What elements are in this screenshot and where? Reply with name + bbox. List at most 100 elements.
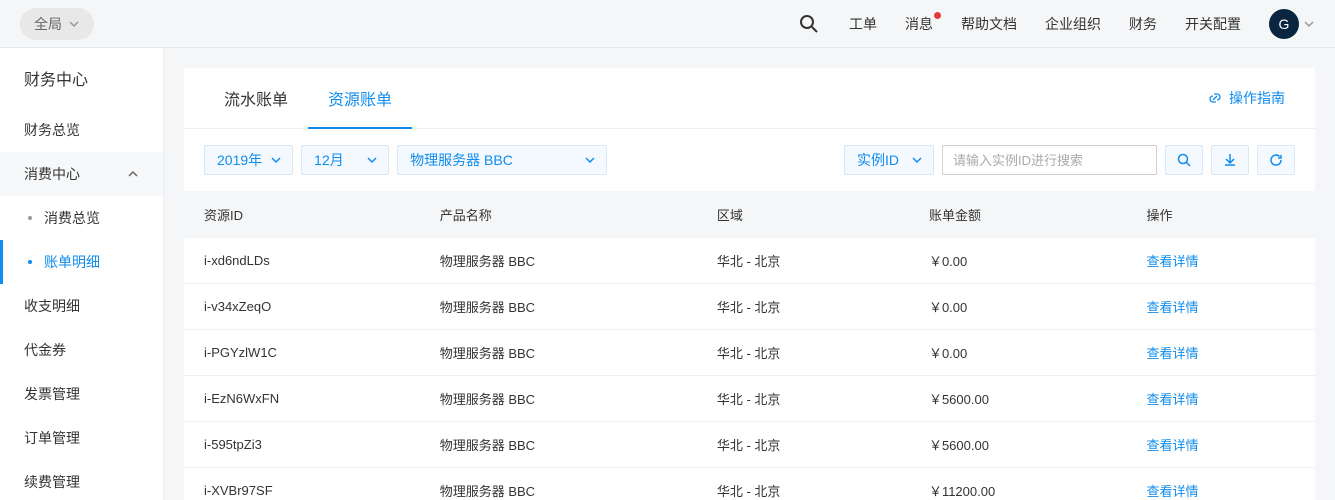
- product-select-value: 物理服务器 BBC: [410, 150, 513, 170]
- sidebar-item-invoice[interactable]: 发票管理: [0, 372, 163, 416]
- header-region: 区域: [697, 191, 909, 238]
- sidebar-item-label: 续费管理: [24, 472, 80, 492]
- guide-link[interactable]: 操作指南: [1207, 88, 1295, 108]
- search-input[interactable]: [942, 145, 1157, 175]
- sidebar-item-label: 收支明细: [24, 296, 80, 316]
- download-icon: [1223, 153, 1237, 167]
- chevron-down-icon: [270, 154, 282, 166]
- chevron-down-icon: [366, 154, 378, 166]
- product-select[interactable]: 物理服务器 BBC: [397, 145, 607, 175]
- header-product-name: 产品名称: [420, 191, 697, 238]
- table-row: i-595tpZi3物理服务器 BBC华北 - 北京￥5600.00查看详情: [184, 422, 1315, 468]
- instance-filter-select[interactable]: 实例ID: [844, 145, 934, 175]
- cell-action: 查看详情: [1127, 284, 1315, 330]
- resource-bill-table: 资源ID 产品名称 区域 账单金额 操作 i-xd6ndLDs物理服务器 BBC…: [184, 191, 1315, 500]
- cell-amount: ￥0.00: [909, 330, 1127, 376]
- sidebar-item-label: 财务总览: [24, 120, 80, 140]
- cell-resource-id: i-PGYzlW1C: [184, 330, 420, 376]
- cell-action: 查看详情: [1127, 330, 1315, 376]
- sidebar-item-label: 账单明细: [44, 254, 100, 270]
- sidebar-item-voucher[interactable]: 代金券: [0, 328, 163, 372]
- user-menu[interactable]: G: [1269, 9, 1315, 39]
- cell-product: 物理服务器 BBC: [420, 376, 697, 422]
- sidebar-item-order[interactable]: 订单管理: [0, 416, 163, 460]
- chevron-down-icon: [911, 154, 923, 166]
- month-select-value: 12月: [314, 150, 344, 170]
- table-row: i-PGYzlW1C物理服务器 BBC华北 - 北京￥0.00查看详情: [184, 330, 1315, 376]
- cell-resource-id: i-xd6ndLDs: [184, 238, 420, 284]
- search-submit-button[interactable]: [1165, 145, 1203, 175]
- avatar: G: [1269, 9, 1299, 39]
- chevron-down-icon: [68, 18, 80, 30]
- table-row: i-v34xZeqO物理服务器 BBC华北 - 北京￥0.00查看详情: [184, 284, 1315, 330]
- table-header-row: 资源ID 产品名称 区域 账单金额 操作: [184, 191, 1315, 238]
- year-select[interactable]: 2019年: [204, 145, 293, 175]
- chevron-down-icon: [1303, 18, 1315, 30]
- view-detail-link[interactable]: 查看详情: [1147, 300, 1199, 315]
- search-button[interactable]: [797, 12, 821, 36]
- view-detail-link[interactable]: 查看详情: [1147, 254, 1199, 269]
- sidebar-sub-bill-detail[interactable]: 账单明细: [0, 240, 163, 284]
- nav-org[interactable]: 企业组织: [1045, 14, 1101, 34]
- cell-action: 查看详情: [1127, 468, 1315, 500]
- chevron-up-icon: [127, 168, 139, 180]
- month-select[interactable]: 12月: [301, 145, 389, 175]
- year-select-value: 2019年: [217, 150, 262, 170]
- sidebar-item-label: 消费总览: [44, 210, 100, 226]
- view-detail-link[interactable]: 查看详情: [1147, 438, 1199, 453]
- instance-filter-value: 实例ID: [857, 150, 899, 170]
- tab-flow-bill[interactable]: 流水账单: [204, 68, 308, 128]
- sidebar-item-income-expense[interactable]: 收支明细: [0, 284, 163, 328]
- cell-action: 查看详情: [1127, 238, 1315, 284]
- download-button[interactable]: [1211, 145, 1249, 175]
- cell-product: 物理服务器 BBC: [420, 284, 697, 330]
- view-detail-link[interactable]: 查看详情: [1147, 484, 1199, 499]
- sidebar-item-overview[interactable]: 财务总览: [0, 108, 163, 152]
- cell-action: 查看详情: [1127, 376, 1315, 422]
- nav-switch[interactable]: 开关配置: [1185, 14, 1241, 34]
- refresh-button[interactable]: [1257, 145, 1295, 175]
- cell-region: 华北 - 北京: [697, 468, 909, 500]
- tab-resource-bill[interactable]: 资源账单: [308, 68, 412, 128]
- cell-region: 华北 - 北京: [697, 422, 909, 468]
- global-region-label: 全局: [34, 14, 62, 34]
- header-action: 操作: [1127, 191, 1315, 238]
- nav-finance[interactable]: 财务: [1129, 14, 1157, 34]
- guide-link-label: 操作指南: [1229, 88, 1285, 108]
- sidebar: 财务中心 财务总览 消费中心 消费总览 账单明细 收支明细 代金券 发票管理 订…: [0, 48, 164, 500]
- chevron-down-icon: [584, 154, 596, 166]
- cell-action: 查看详情: [1127, 422, 1315, 468]
- toolbar: 2019年 12月 物理服务器 BBC 实例ID: [184, 129, 1315, 191]
- nav-help[interactable]: 帮助文档: [961, 14, 1017, 34]
- sidebar-sub-consume-overview[interactable]: 消费总览: [0, 196, 163, 240]
- table-row: i-EzN6WxFN物理服务器 BBC华北 - 北京￥5600.00查看详情: [184, 376, 1315, 422]
- view-detail-link[interactable]: 查看详情: [1147, 392, 1199, 407]
- global-region-selector[interactable]: 全局: [20, 8, 94, 40]
- cell-amount: ￥0.00: [909, 284, 1127, 330]
- topbar: 全局 工单 消息 帮助文档 企业组织 财务 开关配置 G: [0, 0, 1335, 48]
- sidebar-item-consume-center[interactable]: 消费中心: [0, 152, 163, 196]
- nav-message[interactable]: 消息: [905, 14, 933, 34]
- table-row: i-xd6ndLDs物理服务器 BBC华北 - 北京￥0.00查看详情: [184, 238, 1315, 284]
- cell-region: 华北 - 北京: [697, 376, 909, 422]
- sidebar-item-renewal[interactable]: 续费管理: [0, 460, 163, 500]
- search-icon: [1177, 153, 1191, 167]
- main-content: 流水账单 资源账单 操作指南 2019年 12月 物理服务器 B: [164, 48, 1335, 500]
- content-card: 流水账单 资源账单 操作指南 2019年 12月 物理服务器 B: [184, 68, 1315, 500]
- cell-amount: ￥5600.00: [909, 376, 1127, 422]
- cell-region: 华北 - 北京: [697, 330, 909, 376]
- view-detail-link[interactable]: 查看详情: [1147, 346, 1199, 361]
- cell-amount: ￥11200.00: [909, 468, 1127, 500]
- search-icon: [799, 14, 819, 34]
- cell-amount: ￥5600.00: [909, 422, 1127, 468]
- cell-resource-id: i-595tpZi3: [184, 422, 420, 468]
- nav-workorder[interactable]: 工单: [849, 14, 877, 34]
- sidebar-item-label: 订单管理: [24, 428, 80, 448]
- cell-resource-id: i-XVBr97SF: [184, 468, 420, 500]
- cell-resource-id: i-v34xZeqO: [184, 284, 420, 330]
- table-row: i-XVBr97SF物理服务器 BBC华北 - 北京￥11200.00查看详情: [184, 468, 1315, 500]
- sidebar-item-label: 消费中心: [24, 164, 80, 184]
- sidebar-title: 财务中心: [0, 48, 163, 108]
- header-resource-id: 资源ID: [184, 191, 420, 238]
- topbar-nav: 工单 消息 帮助文档 企业组织 财务 开关配置 G: [797, 9, 1315, 39]
